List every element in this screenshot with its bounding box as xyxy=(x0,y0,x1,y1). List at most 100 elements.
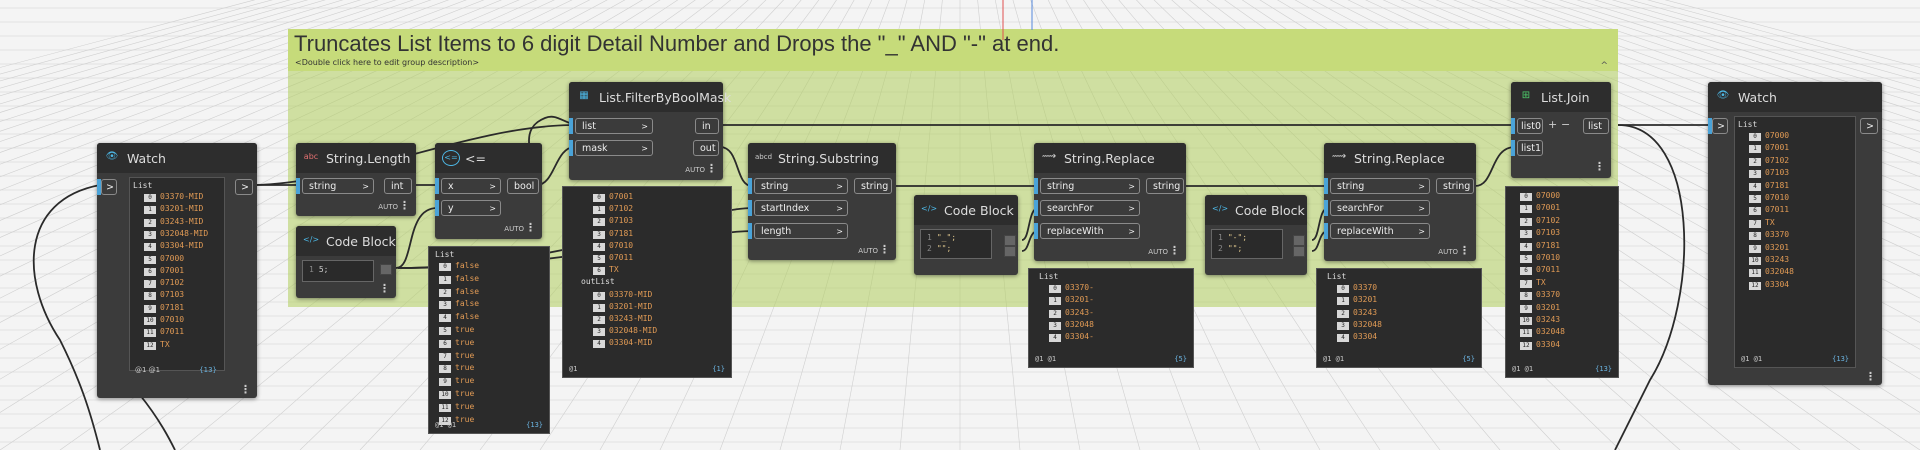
node-menu-icon[interactable]: ⋮ xyxy=(706,162,717,175)
output-port[interactable] xyxy=(380,264,392,275)
list-item: 2 07102 xyxy=(1749,156,1789,166)
input-port-string[interactable]: string > xyxy=(1040,178,1140,194)
node-header[interactable]: abcd String.Substring xyxy=(748,143,896,173)
node-menu-icon[interactable]: ⋮ xyxy=(240,383,251,396)
filter-preview-panel[interactable]: 0 07001 1 07102 2 07103 3 07181 4 07010 5 07011 6 TX o… xyxy=(562,186,732,378)
input-port-replace-with[interactable]: replaceWith > xyxy=(1330,223,1430,239)
input-port-x[interactable]: x > xyxy=(441,178,501,194)
node-menu-icon[interactable]: ⋮ xyxy=(1169,244,1180,257)
node-title: String.Replace xyxy=(1064,151,1155,166)
list-value: true xyxy=(455,337,475,347)
node-header[interactable]: ⟿ String.Replace xyxy=(1034,143,1186,173)
node-header[interactable]: 👁 Watch xyxy=(1708,82,1882,112)
list-value: 03370-MID xyxy=(160,192,204,201)
footer-count: {1} xyxy=(712,365,725,373)
group-description[interactable]: <Double click here to edit group descrip… xyxy=(295,58,479,67)
input-port-start-index[interactable]: startIndex > xyxy=(754,200,848,216)
lacing-label[interactable]: AUTO xyxy=(685,166,705,174)
node-code-block-number[interactable]: </> Code Block 1 5; ⋮ xyxy=(296,226,396,298)
list-item: 1 03201-MID xyxy=(593,302,652,312)
output-port-string[interactable]: string xyxy=(854,178,892,194)
code-editor[interactable]: 1 "_"; 2 ""; xyxy=(920,229,992,259)
list-value: 032048-MID xyxy=(160,228,209,238)
output-port-int[interactable]: int xyxy=(384,178,412,194)
compare-icon: <= xyxy=(442,150,460,166)
input-port-mask[interactable]: mask > xyxy=(575,140,653,156)
list-item: 2 03243- xyxy=(1049,308,1094,318)
replace-1-preview-panel[interactable]: List 0 03370- 1 03201- 2 03243- 3 032048 4 03304-… xyxy=(1028,268,1194,368)
node-menu-icon[interactable]: ⋮ xyxy=(379,282,390,295)
node-header[interactable]: abc String.Length xyxy=(296,143,416,173)
input-port-length[interactable]: length > xyxy=(754,223,848,239)
list-join-preview-panel[interactable]: 0 07000 1 07001 2 07102 3 07103 4 07181 5 07010 6 070… xyxy=(1505,186,1619,378)
node-header[interactable]: ⊞ List.Join xyxy=(1511,82,1611,112)
list-header: List xyxy=(435,250,455,259)
input-port-list0[interactable]: list0 xyxy=(1517,118,1543,134)
node-code-block-underscore[interactable]: </> Code Block 1 "_"; 2 ""; xyxy=(914,195,1018,275)
output-port[interactable] xyxy=(1293,246,1305,257)
input-port-y[interactable]: y > xyxy=(441,200,501,216)
node-menu-icon[interactable]: ⋮ xyxy=(1865,370,1876,383)
watch-preview-panel[interactable]: List 0 03370-MID 1 03201-MID 2 03243-MID 3 0320… xyxy=(129,177,225,371)
output-port-in[interactable]: in xyxy=(695,118,719,134)
lacing-label[interactable]: AUTO xyxy=(504,225,524,233)
input-port-search-for[interactable]: searchFor > xyxy=(1330,200,1430,216)
node-header[interactable]: 👁 Watch xyxy=(97,143,257,173)
lacing-label[interactable]: AUTO xyxy=(858,247,878,255)
line-number: 1 xyxy=(309,265,314,274)
node-header[interactable]: <= <= xyxy=(435,143,542,173)
lacing-label[interactable]: AUTO xyxy=(378,203,398,211)
output-port[interactable] xyxy=(1004,246,1016,257)
lacing-label[interactable]: AUTO xyxy=(1438,248,1458,256)
output-port-out[interactable]: out xyxy=(693,140,719,156)
node-watch-output[interactable]: 👁 Watch > > List 0 07000 1 07001 2 07102 3 0710… xyxy=(1708,82,1882,385)
group-collapse-icon[interactable]: ^ xyxy=(1600,61,1608,71)
node-string-substring[interactable]: abcd String.Substring string > startIndex… xyxy=(748,143,896,260)
node-menu-icon[interactable]: ⋮ xyxy=(399,199,410,212)
node-menu-icon[interactable]: ⋮ xyxy=(879,243,890,256)
output-port-string[interactable]: string xyxy=(1146,178,1184,194)
output-port[interactable]: > xyxy=(1860,118,1878,134)
node-list-join[interactable]: ⊞ List.Join list0 list1 + − list ⋮ xyxy=(1511,82,1611,178)
input-port-list1[interactable]: list1 xyxy=(1517,140,1543,156)
output-port[interactable] xyxy=(1293,235,1305,246)
node-watch-input[interactable]: 👁 Watch > > List 0 03370-MID 1 03201-MID 2 03… xyxy=(97,143,257,398)
output-port-string[interactable]: string xyxy=(1436,178,1474,194)
group-title[interactable]: Truncates List Items to 6 digit Detail N… xyxy=(294,31,1059,57)
node-code-block-dash[interactable]: </> Code Block 1 "-"; 2 ""; xyxy=(1205,195,1307,275)
node-header[interactable]: ⟿ String.Replace xyxy=(1324,143,1476,173)
node-filter-by-bool-mask[interactable]: ▦ List.FilterByBoolMask list > mask > in o… xyxy=(569,82,731,180)
node-menu-icon[interactable]: ⋮ xyxy=(1459,244,1470,257)
output-port[interactable]: > xyxy=(235,179,253,195)
node-header[interactable]: </> Code Block xyxy=(296,226,396,256)
input-port[interactable]: > xyxy=(1712,118,1728,134)
add-input-button[interactable]: + xyxy=(1548,118,1557,131)
less-equal-preview-panel[interactable]: List 0 false 1 false 2 false 3 false 4 false 5 true… xyxy=(428,246,550,434)
node-header[interactable]: </> Code Block xyxy=(1205,195,1307,225)
remove-input-button[interactable]: − xyxy=(1561,118,1570,131)
input-port-search-for[interactable]: searchFor > xyxy=(1040,200,1140,216)
output-port-bool[interactable]: bool xyxy=(507,178,539,194)
node-menu-icon[interactable]: ⋮ xyxy=(525,221,536,234)
output-port[interactable] xyxy=(1004,235,1016,246)
input-port-list[interactable]: list > xyxy=(575,118,653,134)
node-menu-icon[interactable]: ⋮ xyxy=(1594,160,1605,173)
node-string-length[interactable]: abc String.Length string > int AUTO ⋮ xyxy=(296,143,416,216)
input-port-string[interactable]: string > xyxy=(302,178,374,194)
input-port-replace-with[interactable]: replaceWith > xyxy=(1040,223,1140,239)
node-less-equal[interactable]: <= <= x > y > bool AUTO ⋮ xyxy=(435,143,542,239)
replace-2-preview-panel[interactable]: List 0 03370 1 03201 2 03243 3 032048 4 03304 @1 … xyxy=(1316,268,1482,368)
node-string-replace-1[interactable]: ⟿ String.Replace string > searchFor > repl… xyxy=(1034,143,1186,261)
lacing-label[interactable]: AUTO xyxy=(1148,248,1168,256)
node-header[interactable]: </> Code Block xyxy=(914,195,1018,225)
group-header[interactable]: Truncates List Items to 6 digit Detail N… xyxy=(288,29,1618,71)
output-port-list[interactable]: list xyxy=(1583,118,1609,134)
code-editor[interactable]: 1 5; xyxy=(302,260,374,282)
watch-preview-panel[interactable]: List 0 07000 1 07001 2 07102 3 07103 4 07181 5 0701… xyxy=(1734,116,1856,368)
input-port-string[interactable]: string > xyxy=(754,178,848,194)
node-string-replace-2[interactable]: ⟿ String.Replace string > searchFor > repl… xyxy=(1324,143,1476,261)
input-port[interactable]: > xyxy=(101,179,117,195)
code-editor[interactable]: 1 "-"; 2 ""; xyxy=(1211,229,1283,259)
node-header[interactable]: ▦ List.FilterByBoolMask xyxy=(569,82,731,112)
input-port-string[interactable]: string > xyxy=(1330,178,1430,194)
